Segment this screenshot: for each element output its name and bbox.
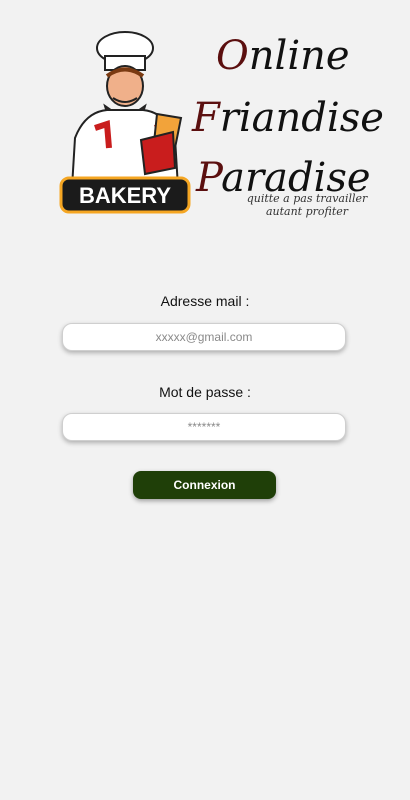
password-field[interactable]	[62, 413, 346, 441]
password-label: Mot de passe :	[159, 384, 251, 400]
email-label: Adresse mail :	[160, 293, 250, 309]
email-field[interactable]	[62, 323, 346, 351]
login-form: Adresse mail : Mot de passe : Connexion	[0, 0, 410, 800]
connexion-button[interactable]: Connexion	[133, 471, 276, 499]
